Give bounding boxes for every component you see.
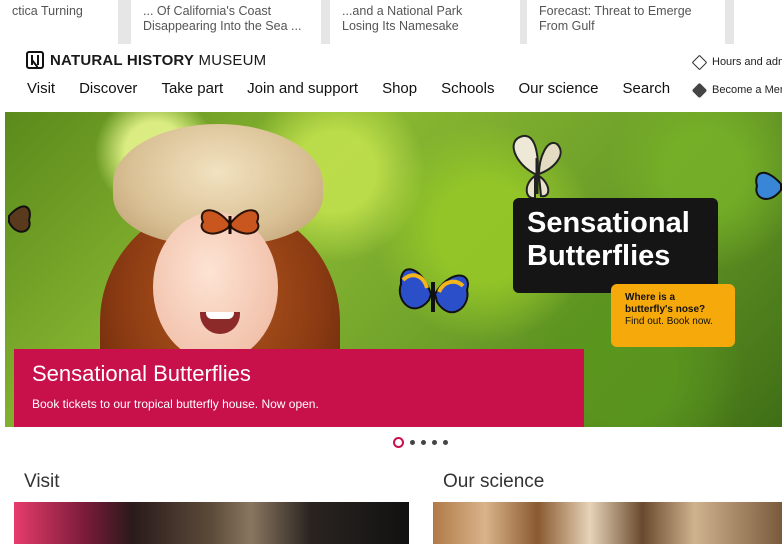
article-card[interactable]: ... Of California's Coast Disappearing I… (131, 0, 321, 44)
butterfly-icon (8, 205, 31, 233)
promo-title-line: Butterflies (527, 240, 671, 272)
caption-subtitle: Book tickets to our tropical butterfly h… (32, 397, 319, 411)
museum-logo[interactable]: NATURAL HISTORY MUSEUM (26, 51, 266, 69)
carousel-dot-active[interactable] (393, 437, 404, 448)
butterfly-icon (200, 209, 260, 235)
hours-link-label: Hours and adm (712, 56, 782, 68)
hours-link[interactable]: Hours and adm (691, 54, 782, 70)
tag-icon (691, 54, 708, 70)
member-link-label: Become a Mem (712, 84, 782, 96)
nav-our-science[interactable]: Our science (518, 80, 598, 97)
caption-title: Sensational Butterflies (32, 361, 251, 386)
site-header: NATURAL HISTORY MUSEUM Hours and adm Bec… (0, 44, 782, 112)
logo-text: NATURAL HISTORY MUSEUM (50, 52, 266, 69)
nav-discover[interactable]: Discover (79, 80, 137, 97)
nav-take-part[interactable]: Take part (161, 80, 223, 97)
carousel-dot[interactable] (443, 440, 448, 445)
article-card[interactable]: Forecast: Threat to Emerge From Gulf (527, 0, 725, 44)
logo-bold-text: NATURAL HISTORY (50, 51, 195, 69)
butterfly-icon (755, 172, 782, 200)
nav-visit[interactable]: Visit (27, 80, 55, 97)
visit-tile-image[interactable] (14, 502, 409, 544)
sticker-line: butterfly's nose? (625, 304, 706, 315)
article-line: Disappearing Into the Sea ... (143, 19, 302, 33)
utility-links: Hours and adm Become a Mem (691, 54, 782, 110)
sticker-cta: Find out. Book now. (625, 316, 713, 327)
butterfly-icon (398, 268, 469, 314)
nav-join-and-support[interactable]: Join and support (247, 80, 358, 97)
butterfly-icon (512, 134, 562, 200)
section-title-our-science[interactable]: Our science (443, 471, 544, 493)
article-card[interactable]: ...and a National Park Losing Its Namesa… (330, 0, 520, 44)
article-line: Losing Its Namesake (342, 19, 459, 33)
article-line: ctica Turning (12, 4, 83, 18)
article-line: From Gulf (539, 19, 595, 33)
hero-caption[interactable]: Sensational Butterflies Book tickets to … (14, 349, 584, 427)
nhm-logo-icon (26, 51, 44, 69)
nav-schools[interactable]: Schools (441, 80, 494, 97)
article-card[interactable] (734, 0, 782, 44)
promo-title-line: Sensational (527, 207, 690, 239)
science-tile-image[interactable] (433, 502, 782, 544)
article-line: ...and a National Park (342, 4, 463, 18)
member-link[interactable]: Become a Mem (691, 82, 782, 98)
carousel-dot[interactable] (421, 440, 426, 445)
logo-light-text: MUSEUM (198, 51, 267, 69)
carousel-dot[interactable] (410, 440, 415, 445)
section-title-visit[interactable]: Visit (24, 471, 60, 493)
promo-title-box: Sensational Butterflies (513, 198, 718, 293)
nav-search[interactable]: Search (623, 80, 671, 97)
carousel-indicators (393, 437, 448, 448)
article-line: ... Of California's Coast (143, 4, 272, 18)
sticker-line: Where is a (625, 292, 676, 303)
book-now-sticker[interactable]: Where is a butterfly's nose? Find out. B… (611, 284, 735, 347)
article-line: Forecast: Threat to Emerge (539, 4, 692, 18)
nav-shop[interactable]: Shop (382, 80, 417, 97)
main-navigation: Visit Discover Take part Join and suppor… (27, 80, 694, 97)
carousel-dot[interactable] (432, 440, 437, 445)
related-articles-strip: ctica Turning ... Of California's Coast … (0, 0, 782, 44)
article-card[interactable]: ctica Turning (0, 0, 118, 44)
